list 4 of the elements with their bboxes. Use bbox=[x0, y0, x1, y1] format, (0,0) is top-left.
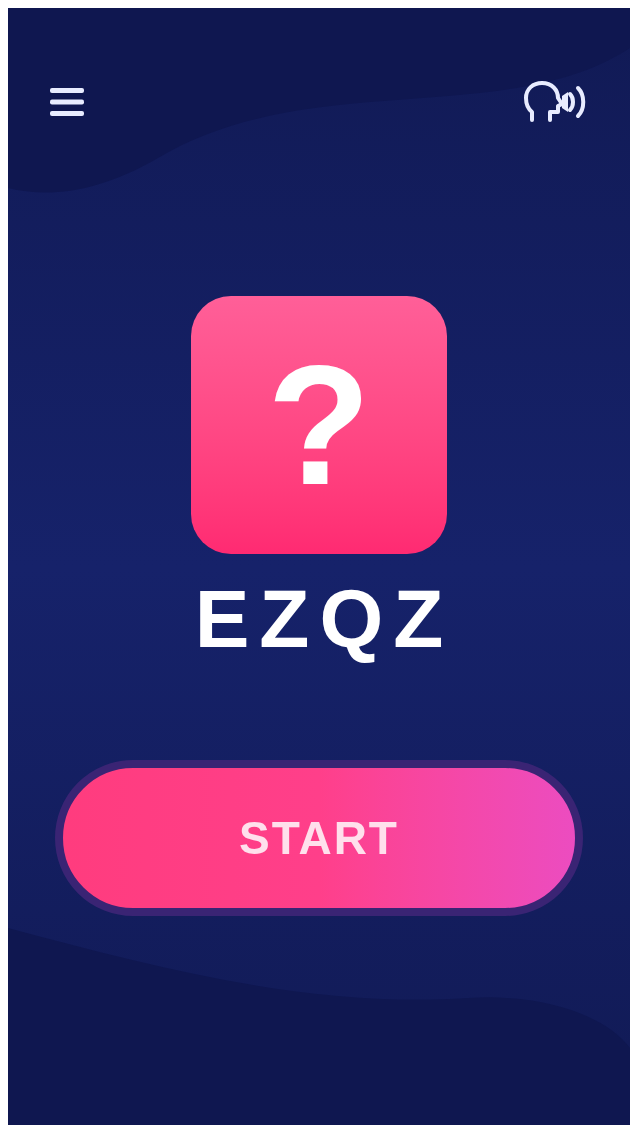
start-button[interactable]: START bbox=[55, 760, 583, 916]
menu-icon[interactable] bbox=[50, 86, 84, 118]
voice-icon[interactable] bbox=[524, 80, 588, 124]
question-mark: ? bbox=[267, 340, 371, 510]
